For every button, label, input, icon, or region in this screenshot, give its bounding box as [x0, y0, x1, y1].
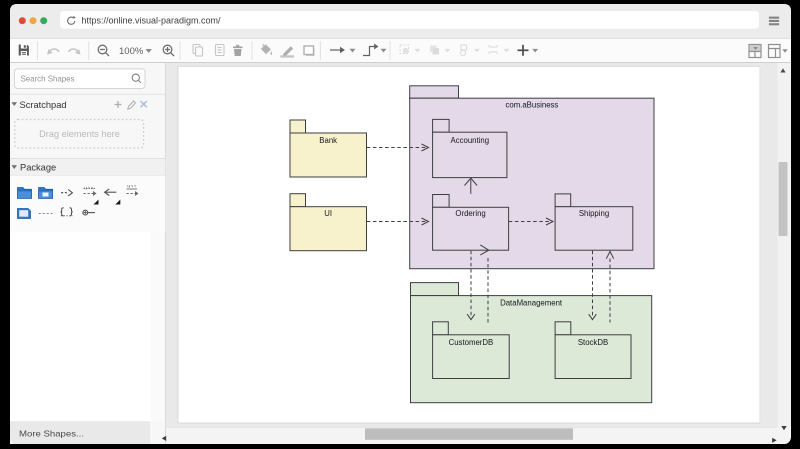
svg-text:100%: 100%: [119, 46, 144, 57]
svg-text:https://online.visual-paradigm: https://online.visual-paradigm.com/: [82, 16, 221, 26]
svg-text:Package: Package: [20, 163, 56, 173]
svg-text:Bank: Bank: [319, 136, 337, 145]
svg-text:Ordering: Ordering: [455, 209, 485, 218]
svg-text:UI: UI: [324, 209, 332, 218]
svg-text:Drag elements here: Drag elements here: [39, 129, 120, 139]
svg-text:More Shapes...: More Shapes...: [19, 428, 84, 438]
svg-text:DataManagement: DataManagement: [500, 298, 563, 307]
svg-text:Shipping: Shipping: [579, 209, 609, 218]
svg-text:Accounting: Accounting: [451, 136, 490, 145]
svg-text:Search Shapes: Search Shapes: [21, 74, 75, 84]
svg-text:Scratchpad: Scratchpad: [20, 100, 67, 110]
svg-text:com.aBusiness: com.aBusiness: [505, 100, 558, 109]
svg-text:StockDB: StockDB: [578, 338, 608, 347]
svg-text:CustomerDB: CustomerDB: [449, 338, 494, 347]
